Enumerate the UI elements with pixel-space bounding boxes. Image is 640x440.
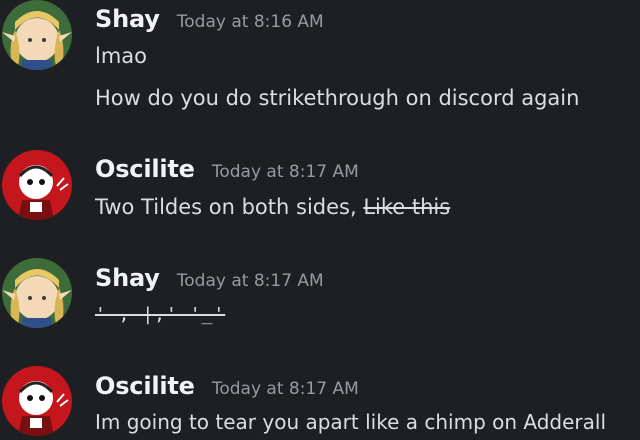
message-timestamp: Today at 8:17 AM	[176, 271, 324, 291]
message-text: lmao	[95, 44, 148, 68]
username[interactable]: Oscilite	[95, 372, 195, 400]
message-text-plain: Two Tildes on both sides,	[95, 195, 364, 219]
message-timestamp: Today at 8:16 AM	[176, 12, 324, 32]
message-text: Im going to tear you apart like a chimp …	[95, 410, 607, 434]
user-avatar-oscilite-icon[interactable]	[2, 366, 72, 436]
message-timestamp: Today at 8:17 AM	[211, 379, 359, 399]
message-text: How do you do strikethrough on discord a…	[95, 86, 580, 110]
strikethrough-text: Like this	[363, 195, 451, 219]
username[interactable]: Shay	[95, 264, 160, 292]
strikethrough-text: ' , |,' '_'	[95, 304, 226, 325]
user-avatar-shay-icon[interactable]	[2, 258, 72, 328]
user-avatar-oscilite-icon[interactable]	[2, 150, 72, 220]
message-text: Two Tildes on both sides, Like this	[95, 195, 450, 219]
message-timestamp: Today at 8:17 AM	[211, 162, 359, 182]
username[interactable]: Oscilite	[95, 155, 195, 183]
username[interactable]: Shay	[95, 5, 160, 33]
user-avatar-shay-icon[interactable]	[2, 0, 72, 70]
